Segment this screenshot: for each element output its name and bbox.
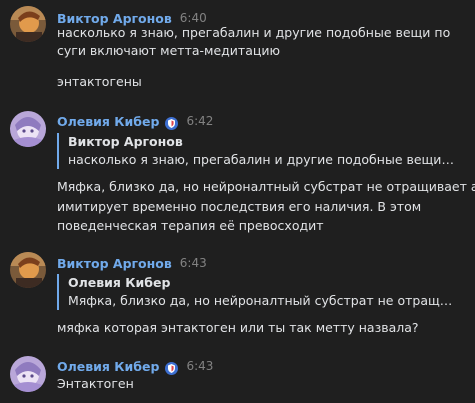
quote-author: Олевия Кибер xyxy=(68,275,171,290)
message-text-line: энтактогены xyxy=(57,74,142,89)
message-time[interactable]: 6:43 xyxy=(180,256,207,270)
shield-badge-icon xyxy=(165,360,179,375)
avatar-image xyxy=(10,356,46,392)
quote-text: Мяфка, близко да, но нейроналтный субстр… xyxy=(68,293,457,308)
reply-quote[interactable]: Виктор Аргонов насколько я знаю, прегаба… xyxy=(57,133,457,169)
message-header: Олевия Кибер 6:43 xyxy=(57,357,213,375)
avatar-image xyxy=(10,111,46,147)
quote-author: Виктор Аргонов xyxy=(68,134,183,149)
message-text-line: имитирует временно последствия его налич… xyxy=(57,199,422,214)
message-header: Олевия Кибер 6:42 xyxy=(57,112,213,130)
message-text-line: суги включают метта-медитацию xyxy=(57,43,281,58)
avatar-viktor[interactable] xyxy=(10,252,46,288)
quote-text: насколько я знаю, прегабалин и другие по… xyxy=(68,152,457,167)
author-name[interactable]: Олевия Кибер xyxy=(57,114,159,129)
message-text-line: насколько я знаю, прегабалин и другие по… xyxy=(57,25,451,40)
message-text-line: Мяфка, близко да, но нейроналтный субстр… xyxy=(57,179,475,194)
message-text-line: поведенческая терапия её превосходит xyxy=(57,218,324,233)
avatar-image xyxy=(10,6,46,42)
message-text-line: мяфка которая энтактоген или ты так метт… xyxy=(57,320,419,335)
avatar-image xyxy=(10,252,46,288)
author-name[interactable]: Виктор Аргонов xyxy=(57,256,172,271)
avatar-viktor[interactable] xyxy=(10,6,46,42)
avatar-olevia[interactable] xyxy=(10,111,46,147)
message-time[interactable]: 6:42 xyxy=(186,114,213,128)
reply-quote[interactable]: Олевия Кибер Мяфка, близко да, но нейрон… xyxy=(57,274,457,310)
message-header: Виктор Аргонов 6:43 xyxy=(57,254,207,272)
shield-badge-icon xyxy=(165,115,179,130)
message-time[interactable]: 6:43 xyxy=(186,359,213,373)
author-name[interactable]: Олевия Кибер xyxy=(57,359,159,374)
avatar-olevia[interactable] xyxy=(10,356,46,392)
message-text-line: Энтактоген xyxy=(57,376,134,391)
